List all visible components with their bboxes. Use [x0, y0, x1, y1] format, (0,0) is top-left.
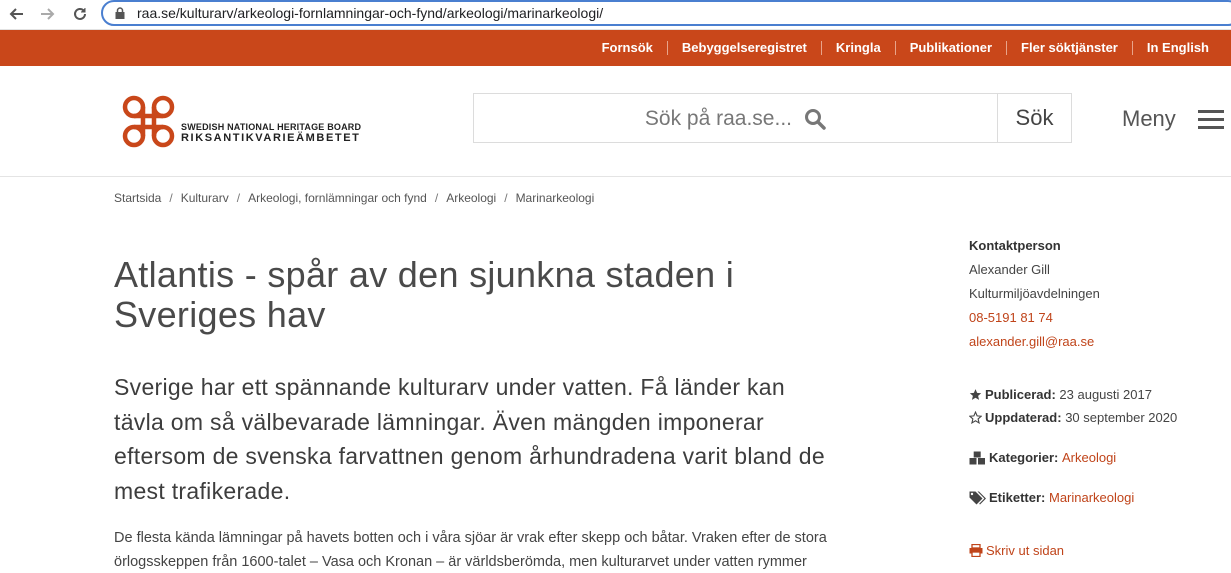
- contact-email-link[interactable]: alexander.gill@raa.se: [969, 334, 1094, 349]
- hamburger-icon[interactable]: [1198, 110, 1224, 130]
- updated-label: Uppdaterad:: [985, 410, 1062, 425]
- search-button[interactable]: Sök: [997, 93, 1072, 143]
- breadcrumb-separator: /: [504, 191, 508, 205]
- updated-row: Uppdaterad: 30 september 2020: [969, 410, 1177, 425]
- breadcrumb-arkeologi-fornlamningar[interactable]: Arkeologi, fornlämningar och fynd: [248, 191, 427, 205]
- menu-label[interactable]: Meny: [1122, 106, 1176, 132]
- link-fler-soktjanster[interactable]: Fler söktjänster: [1006, 41, 1132, 55]
- page-title: Atlantis - spår av den sjunkna staden i …: [114, 255, 834, 335]
- lead-paragraph: Sverige har ett spännande kulturarv unde…: [114, 374, 825, 504]
- search-icon: [805, 109, 826, 130]
- reload-button[interactable]: [69, 3, 91, 25]
- lock-icon: [115, 7, 125, 19]
- star-outline-icon: [969, 411, 982, 424]
- breadcrumb-kulturarv[interactable]: Kulturarv: [181, 191, 229, 205]
- arrow-right-icon: [41, 8, 55, 20]
- back-button[interactable]: [5, 3, 27, 25]
- site-header: SWEDISH NATIONAL HERITAGE BOARD RIKSANTI…: [0, 66, 1231, 177]
- logo-mark[interactable]: [122, 95, 178, 151]
- print-link[interactable]: Skriv ut sidan: [969, 543, 1064, 558]
- category-link[interactable]: Arkeologi: [1062, 450, 1116, 465]
- published-label: Publicerad:: [985, 387, 1056, 402]
- link-bebyggelseregistret[interactable]: Bebyggelseregistret: [666, 41, 821, 55]
- breadcrumb-separator: /: [434, 191, 439, 205]
- contact-name: Alexander Gill: [969, 262, 1050, 277]
- search-placeholder: Sök på raa.se...: [644, 107, 792, 130]
- cubes-icon: [969, 451, 985, 464]
- contact-heading: Kontaktperson: [969, 238, 1061, 253]
- tags-icon: [969, 491, 986, 504]
- address-bar[interactable]: raa.se/kulturarv/arkeologi-fornlamningar…: [101, 0, 1231, 26]
- link-kringla[interactable]: Kringla: [820, 41, 895, 55]
- top-bar: Fornsök Bebyggelseregistret Kringla Publ…: [0, 30, 1231, 66]
- breadcrumb-arkeologi[interactable]: Arkeologi: [446, 191, 496, 205]
- title-line-1: Atlantis - spår av den sjunkna staden i: [114, 254, 735, 295]
- link-publikationer[interactable]: Publikationer: [894, 41, 1006, 55]
- contact-phone-link[interactable]: 08-5191 81 74: [969, 310, 1053, 325]
- link-fornsok[interactable]: Fornsök: [588, 41, 667, 55]
- contact-department: Kulturmiljöavdelningen: [969, 286, 1100, 301]
- body-paragraph: De flesta kända lämningar på havets bott…: [114, 530, 827, 570]
- title-line-2: Sveriges hav: [114, 294, 326, 335]
- tag-link[interactable]: Marinarkeologi: [1049, 490, 1134, 505]
- star-filled-icon: [969, 389, 982, 400]
- search-input[interactable]: Sök på raa.se...: [473, 93, 998, 143]
- updated-date: 30 september 2020: [1065, 410, 1178, 425]
- categories-label: Kategorier:: [989, 450, 1059, 465]
- arrow-left-icon: [9, 8, 23, 20]
- published-date: 23 augusti 2017: [1059, 387, 1152, 402]
- categories-row: Kategorier: Arkeologi: [969, 450, 1116, 465]
- print-icon: [969, 544, 983, 557]
- breadcrumb-current: Marinarkeologi: [515, 191, 595, 205]
- tags-row: Etiketter: Marinarkeologi: [969, 490, 1134, 505]
- breadcrumb-startsida[interactable]: Startsida: [114, 191, 161, 205]
- contact-heading-text: Kontaktperson: [969, 238, 1061, 253]
- link-in-english[interactable]: In English: [1131, 41, 1223, 55]
- url-text: raa.se/kulturarv/arkeologi-fornlamningar…: [137, 5, 604, 21]
- tags-label: Etiketter:: [989, 490, 1046, 505]
- logo-text-english: SWEDISH NATIONAL HERITAGE BOARD: [181, 122, 362, 132]
- reload-icon: [74, 7, 86, 20]
- print-label[interactable]: Skriv ut sidan: [986, 543, 1064, 558]
- breadcrumb: Startsida / Kulturarv / Arkeologi, fornl…: [114, 191, 594, 205]
- browser-toolbar: raa.se/kulturarv/arkeologi-fornlamningar…: [0, 0, 1231, 30]
- logo-text-swedish: RIKSANTIKVARIEÄMBETET: [181, 132, 361, 144]
- breadcrumb-separator: /: [236, 191, 241, 205]
- service-links: Fornsök Bebyggelseregistret Kringla Publ…: [588, 30, 1223, 66]
- published-row: Publicerad: 23 augusti 2017: [969, 387, 1152, 402]
- breadcrumb-separator: /: [169, 191, 173, 205]
- forward-button[interactable]: [37, 3, 59, 25]
